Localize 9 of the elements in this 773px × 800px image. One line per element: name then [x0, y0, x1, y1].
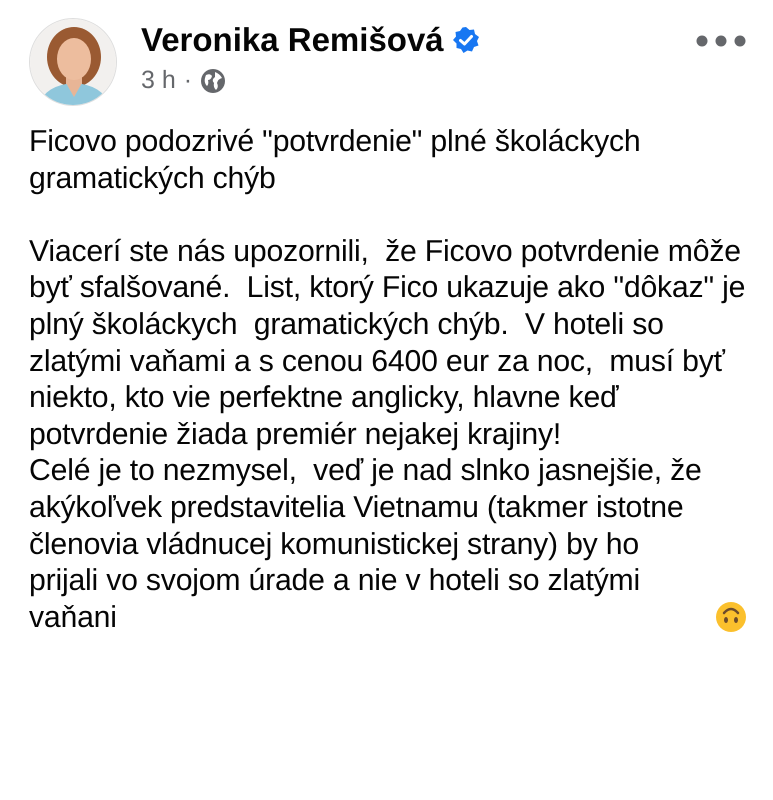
globe-icon	[200, 68, 226, 94]
separator: ·	[184, 65, 192, 96]
more-options-icon[interactable]	[695, 34, 747, 48]
post-title: Ficovo podozrivé "potvrdenie" plné školáckych gramatických chýb	[29, 124, 642, 197]
author-name[interactable]: Veronika Remišová	[141, 22, 444, 58]
post-text: Celé je to nezmysel, veď je nad slnko jasnejšie, že akýkoľvek predstavitelia Vietnamu (takmer istotne členovia vládnucej komunistickej strany) by ho prijali vo svojom úrade a nie v hoteli so zlatými vaňani	[29, 453, 703, 636]
post-text: Viacerí ste nás upozornili, že Ficovo potvrdenie môže byť sfalšované. List, ktorý Fico ukazuje ako "dôkaz" je plný školáckych gramatických chýb. V hoteli so zlatými vaňami a s cenou 6400 eur za noc, musí byť niekto, kto vie perfektne anglicky, hlavne keď potvrdenie žiada premiér nejakej krajiny!	[29, 234, 746, 453]
post-time[interactable]: 3 h	[141, 62, 176, 100]
upside-down-face-icon	[715, 601, 747, 634]
